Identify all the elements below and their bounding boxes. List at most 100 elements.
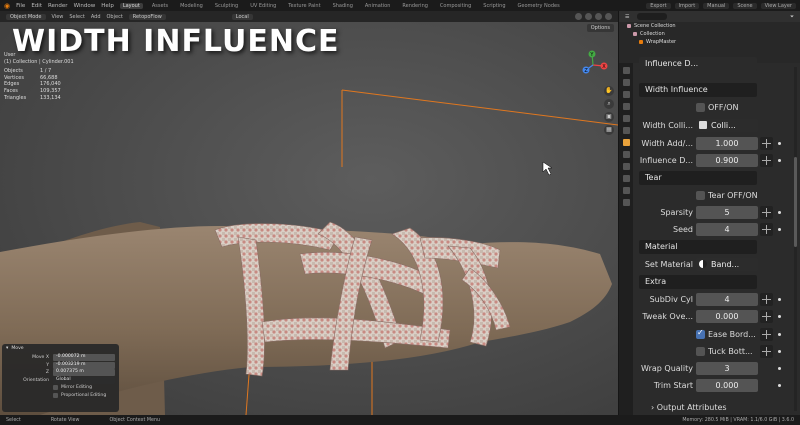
section-extra[interactable]: Extra <box>639 275 757 289</box>
section-width-influence[interactable]: Width Influence <box>639 83 757 97</box>
camera-view-icon[interactable]: ▣ <box>604 112 614 122</box>
width-collision-object-field[interactable]: Colli... ✕ <box>696 119 758 132</box>
workspace-tab-rendering[interactable]: Rendering <box>399 3 431 9</box>
object-tab-icon[interactable] <box>622 127 630 134</box>
socket-grab-icon[interactable] <box>760 223 773 236</box>
scene-tab-icon[interactable] <box>622 103 630 110</box>
menu-render[interactable]: Render <box>48 3 68 9</box>
keyframe-dot-icon[interactable] <box>778 142 781 145</box>
workspace-tab-scripting[interactable]: Scripting <box>480 3 508 9</box>
workspace-tab-sculpting[interactable]: Sculpting <box>212 3 241 9</box>
menu-window[interactable]: Window <box>74 3 96 9</box>
socket-grab-icon[interactable] <box>760 154 773 167</box>
socket-grab-icon[interactable] <box>760 293 773 306</box>
tuck-bottom-checkbox[interactable] <box>696 347 705 356</box>
influence-d-field[interactable]: 0.900 <box>696 154 758 167</box>
socket-grab-icon[interactable] <box>760 345 773 358</box>
grid-perspective-icon[interactable]: ▦ <box>604 125 614 135</box>
trim-start-field[interactable]: 0.000 <box>696 379 758 392</box>
render-tab-icon[interactable] <box>622 79 630 86</box>
data-tab-icon[interactable] <box>622 187 630 194</box>
navigation-gizmo[interactable]: X Y Z <box>578 50 608 80</box>
hand-pan-icon[interactable]: ✋ <box>604 86 614 96</box>
material-tab-icon[interactable] <box>622 199 630 206</box>
ease-border-checkbox[interactable] <box>696 328 705 339</box>
outliner-editor-icon[interactable]: ☰ <box>625 14 629 20</box>
socket-grab-icon[interactable] <box>760 137 773 150</box>
material-shading-icon[interactable] <box>595 13 602 20</box>
outliner-search-input[interactable] <box>637 13 668 20</box>
properties-scrollbar[interactable] <box>794 67 797 411</box>
workspace-tab-layout[interactable]: Layout <box>119 2 143 9</box>
keyframe-dot-icon[interactable] <box>778 367 781 370</box>
section-material[interactable]: Material <box>639 240 757 254</box>
move-y-field[interactable]: -0.003219 m <box>53 361 115 369</box>
width-influence-checkbox[interactable] <box>696 103 705 112</box>
wrap-quality-field[interactable]: 3 <box>696 362 758 375</box>
manual-button[interactable]: Manual <box>703 2 730 9</box>
modifier-wrench-tab-icon[interactable] <box>622 139 630 146</box>
menu-help[interactable]: Help <box>101 3 114 9</box>
mirror-editing-checkbox[interactable] <box>53 385 58 391</box>
tool-tab-icon[interactable] <box>622 67 630 74</box>
sparsity-field[interactable]: 5 <box>696 206 758 219</box>
mode-dropdown[interactable]: Object Mode <box>6 13 46 20</box>
filter-icon[interactable]: ⏷ <box>790 14 800 20</box>
width-add-field[interactable]: 1.000 <box>696 137 758 150</box>
workspace-tab-assets[interactable]: Assets <box>149 3 171 9</box>
scene-selector[interactable]: Scene <box>733 2 757 9</box>
section-output-attributes[interactable]: › Output Attributes <box>651 403 727 412</box>
set-material-field[interactable]: Band... ✕ <box>696 258 758 271</box>
keyframe-dot-icon[interactable] <box>778 211 781 214</box>
operator-panel-header[interactable]: ▾ Move <box>6 346 115 351</box>
workspace-tab-uv-editing[interactable]: UV Editing <box>247 3 279 9</box>
keyframe-dot-icon[interactable] <box>778 350 781 353</box>
workspace-tab-shading[interactable]: Shading <box>330 3 356 9</box>
transform-orientation-dropdown[interactable]: Local <box>231 13 253 20</box>
particles-tab-icon[interactable] <box>622 151 630 158</box>
menu-edit[interactable]: Edit <box>31 3 42 9</box>
socket-grab-icon[interactable] <box>760 206 773 219</box>
section-tear[interactable]: Tear <box>639 171 757 185</box>
keyframe-dot-icon[interactable] <box>778 333 781 336</box>
tweak-field[interactable]: 0.000 <box>696 310 758 323</box>
export-button[interactable]: Export <box>646 2 671 9</box>
workspace-tab-compositing[interactable]: Compositing <box>437 3 474 9</box>
import-button[interactable]: Import <box>674 2 700 9</box>
keyframe-dot-icon[interactable] <box>778 384 781 387</box>
physics-tab-icon[interactable] <box>622 163 630 170</box>
socket-grab-icon[interactable] <box>760 310 773 323</box>
solid-shading-icon[interactable] <box>585 13 592 20</box>
output-tab-icon[interactable] <box>622 91 630 98</box>
wireframe-shading-icon[interactable] <box>575 13 582 20</box>
workspace-tab-geometry-nodes[interactable]: Geometry Nodes <box>515 3 563 9</box>
workspace-tab-texture-paint[interactable]: Texture Paint <box>285 3 323 9</box>
keyframe-dot-icon[interactable] <box>778 159 781 162</box>
viewport-menu-add[interactable]: Add <box>91 14 101 20</box>
rendered-shading-icon[interactable] <box>605 13 612 20</box>
outliner-item-wrapmaster[interactable]: WrapMaster <box>619 38 800 46</box>
viewport-menu-retopoflow[interactable]: RetopoFlow <box>128 13 166 20</box>
blender-logo-icon[interactable]: ◉ <box>4 2 10 10</box>
viewport-menu-view[interactable]: View <box>52 14 64 20</box>
move-x-field[interactable]: -0.000072 m <box>53 354 115 362</box>
world-tab-icon[interactable] <box>622 115 630 122</box>
outliner-item-collection[interactable]: Collection <box>619 30 800 38</box>
keyframe-dot-icon[interactable] <box>778 298 781 301</box>
viewport-menu-object[interactable]: Object <box>107 14 123 20</box>
move-z-field[interactable]: 0.007375 m <box>53 369 115 377</box>
workspace-tab-modeling[interactable]: Modeling <box>177 3 206 9</box>
socket-grab-icon[interactable] <box>760 328 773 341</box>
workspace-tab-animation[interactable]: Animation <box>362 3 394 9</box>
subdiv-field[interactable]: 4 <box>696 293 758 306</box>
proportional-editing-row[interactable]: Proportional Editing <box>6 392 115 400</box>
last-operator-panel[interactable]: ▾ Move Move X -0.000072 m Y -0.003219 m … <box>2 344 119 412</box>
seed-field[interactable]: 4 <box>696 223 758 236</box>
proportional-editing-checkbox[interactable] <box>53 392 58 398</box>
orientation-dropdown[interactable]: Global <box>53 376 115 384</box>
menu-file[interactable]: File <box>16 3 25 9</box>
viewport-menu-select[interactable]: Select <box>69 14 84 20</box>
zoom-icon[interactable]: ⌕ <box>604 99 614 109</box>
options-dropdown[interactable]: Options <box>586 24 614 32</box>
tear-checkbox[interactable] <box>696 191 705 200</box>
